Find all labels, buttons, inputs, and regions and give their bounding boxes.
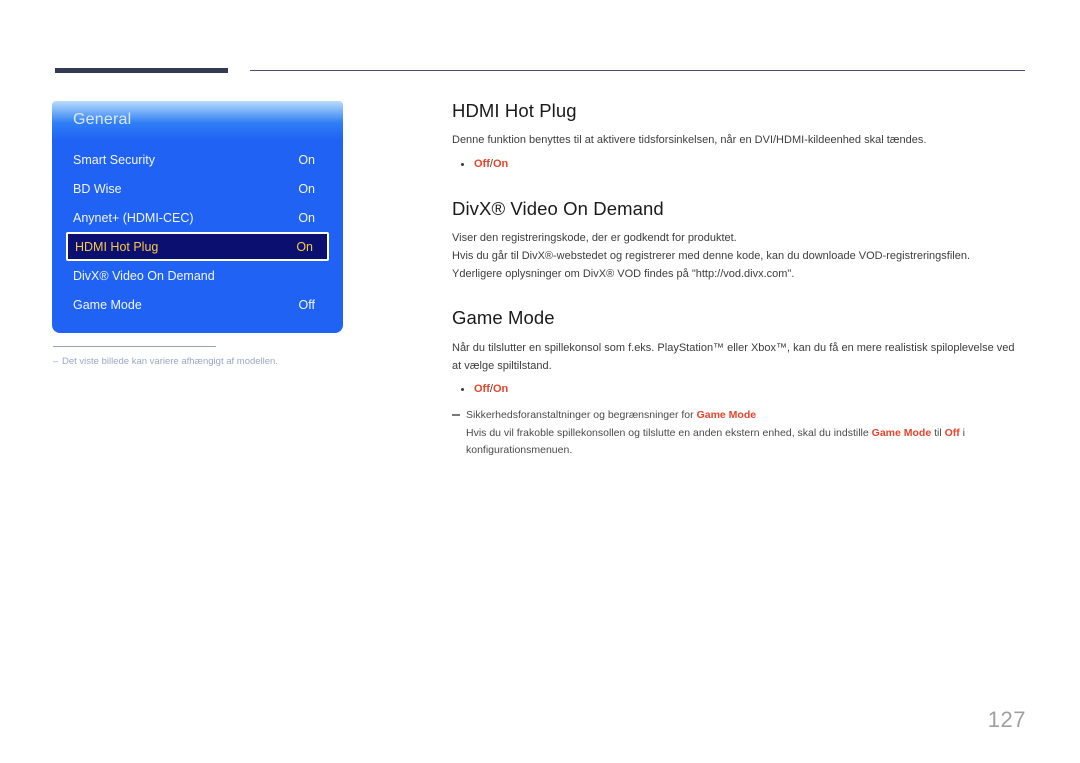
osd-menu-item-smart-security[interactable]: Smart Security On [52, 145, 343, 174]
image-caption-block: – Det viste billede kan variere afhængigt… [53, 346, 383, 368]
section-body: Denne funktion benyttes til at aktivere … [452, 132, 1026, 150]
osd-menu-item-anynet[interactable]: Anynet+ (HDMI-CEC) On [52, 203, 343, 232]
paragraph: Viser den registreringskode, der er godk… [452, 232, 737, 245]
option-list: Off/On [452, 380, 1026, 399]
section-title: HDMI Hot Plug [452, 100, 577, 121]
osd-item-value: On [298, 181, 315, 196]
caption-text: Det viste billede kan variere afhængigt … [62, 356, 278, 367]
section-divx-video-on-demand: DivX® Video On Demand Viser den registre… [452, 198, 1026, 284]
osd-item-value: Off [298, 297, 315, 312]
osd-item-value: On [296, 239, 313, 254]
osd-menu-panel: General Smart Security On BD Wise On Any… [52, 101, 343, 333]
note-body-part1: Hvis du vil frakoble spillekonsollen og … [466, 427, 872, 440]
section-title: Game Mode [452, 307, 555, 329]
section-hdmi-hot-plug: HDMI Hot Plug Denne funktion benyttes ti… [452, 100, 1026, 174]
option-list: Off/On [452, 155, 1026, 174]
paragraph: Når du tilslutter en spillekonsol som f.… [452, 341, 1015, 372]
osd-item-label: HDMI Hot Plug [75, 239, 159, 254]
option-off: Off [474, 383, 490, 396]
paragraph: Yderligere oplysninger om DivX® VOD find… [452, 267, 795, 280]
osd-item-value: On [298, 152, 315, 167]
option-on: On [492, 158, 509, 171]
paragraph: Hvis du går til DivX®-webstedet og regis… [452, 249, 971, 262]
section-title: DivX® Video On Demand [452, 197, 664, 219]
caption-dash: – [53, 356, 59, 367]
note-body-part2: til [931, 427, 945, 440]
osd-item-value: On [298, 210, 315, 225]
section-body: Viser den registreringskode, der er godk… [452, 230, 1026, 283]
osd-item-label: BD Wise [73, 181, 122, 196]
osd-menu-title: General [73, 111, 132, 128]
osd-menu-item-divx-vod[interactable]: DivX® Video On Demand [52, 261, 343, 290]
note-body-highlight-off: Off [944, 427, 960, 440]
header-divider-line [250, 70, 1025, 71]
page-header [0, 0, 1080, 90]
note-lead-text: Sikkerhedsforanstaltninger og begrænsnin… [466, 409, 697, 422]
section-body: Når du tilslutter en spillekonsol som f.… [452, 340, 1026, 376]
option-list-item: Off/On [452, 380, 1026, 399]
header-accent-bar [55, 68, 228, 73]
note-lead-highlight: Game Mode [696, 409, 757, 422]
page-number: 127 [987, 707, 1026, 732]
osd-menu-item-game-mode[interactable]: Game Mode Off [52, 290, 343, 319]
osd-item-label: Smart Security [73, 152, 155, 167]
osd-item-label: Game Mode [73, 297, 142, 312]
option-off: Off [474, 158, 490, 171]
osd-menu-item-hdmi-hot-plug[interactable]: HDMI Hot Plug On [66, 232, 329, 261]
note-body: Hvis du vil frakoble spillekonsollen og … [452, 425, 1026, 458]
section-game-mode: Game Mode Når du tilslutter en spillekon… [452, 307, 1026, 457]
note-body-highlight-game-mode: Game Mode [871, 427, 932, 440]
option-list-item: Off/On [452, 155, 1026, 174]
option-on: On [492, 383, 509, 396]
osd-item-label: DivX® Video On Demand [73, 268, 215, 283]
note-lead: Sikkerhedsforanstaltninger og begrænsnin… [452, 407, 1026, 423]
main-content: HDMI Hot Plug Denne funktion benyttes ti… [452, 100, 1026, 458]
osd-item-label: Anynet+ (HDMI-CEC) [73, 210, 194, 225]
caption-divider [53, 346, 216, 347]
image-caption: – Det viste billede kan variere afhængigt… [53, 356, 383, 368]
osd-menu-item-bd-wise[interactable]: BD Wise On [52, 174, 343, 203]
osd-menu-list: Smart Security On BD Wise On Anynet+ (HD… [52, 145, 343, 319]
paragraph: Denne funktion benyttes til at aktivere … [452, 134, 927, 147]
